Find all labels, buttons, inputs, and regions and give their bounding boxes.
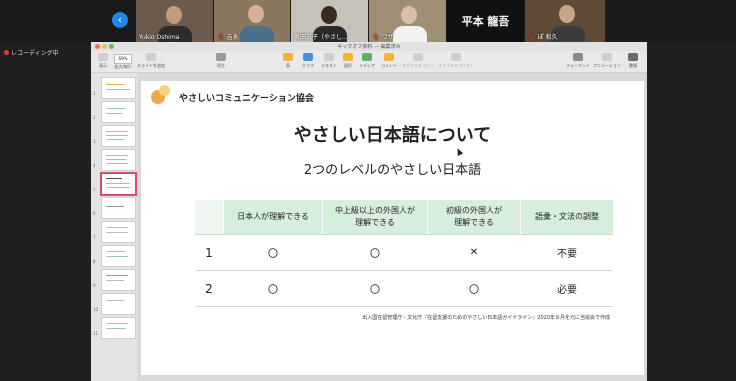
comment-icon	[384, 53, 394, 61]
mic-muted-icon: 🎙	[372, 34, 380, 41]
shape-button[interactable]: 図形	[341, 53, 355, 69]
document-button[interactable]: 書類	[625, 53, 641, 69]
table-cell: 1	[195, 234, 224, 271]
table-cell: 〇	[223, 270, 323, 307]
table-header-cell: 日本人が理解できる	[223, 200, 323, 235]
recording-indicator: レコーディング中	[4, 48, 59, 57]
animate-button[interactable]: アニメーション	[593, 53, 621, 69]
table-header-cell: 初級の外国人が 理解できる	[427, 200, 521, 235]
table-cell: 必要	[520, 270, 613, 307]
table-header-cell: 語彙・文法の調整	[520, 200, 613, 235]
document-icon	[628, 53, 638, 61]
table-cell: 〇	[322, 234, 428, 271]
comparison-table[interactable]: 日本人が理解できる 中上級以上の外国人が 理解できる 初級の外国人が 理解できる…	[195, 200, 613, 307]
media-icon	[362, 53, 372, 61]
table-header-row: 日本人が理解できる 中上級以上の外国人が 理解できる 初級の外国人が 理解できる…	[195, 200, 613, 235]
window-title: キックオフ資料 — 編集済み	[337, 44, 401, 50]
shape-icon	[343, 53, 353, 61]
participant-video	[248, 5, 264, 23]
organization-name: やさしいコミュニケーション協会	[179, 94, 314, 104]
text-icon	[324, 53, 334, 61]
mic-muted-icon: 🎙	[217, 34, 225, 41]
chevron-left-icon[interactable]: ‹	[112, 12, 128, 28]
participant-name: ぽ 和久	[537, 34, 558, 41]
table-cell: 〇	[427, 270, 521, 307]
paste-style-button[interactable]: スタイルをペースト	[437, 53, 475, 69]
participant-name: 平本 龍吾	[461, 15, 510, 28]
add-slide-button[interactable]: スライドを追加	[137, 53, 165, 69]
participant-strip: ‹ Yukio Oshima 🎙 吉永 奥田友子（やさし... 🎙 ワザ 平本 龍吾…	[0, 0, 736, 42]
slide-thumbnail[interactable]	[101, 269, 136, 291]
zoom-label: 拡大/縮小	[114, 64, 132, 69]
participant-name: ワザ	[381, 34, 394, 41]
table-cell: 〇	[322, 270, 428, 307]
slide-title[interactable]: やさしい日本語について	[141, 121, 644, 147]
participant-video	[559, 5, 575, 23]
slide-thumbnail[interactable]	[101, 197, 136, 219]
slide-canvas[interactable]: やさしいコミュニケーション協会 やさしい日本語について 2つのレベルのやさしい日…	[137, 73, 647, 381]
keynote-window: キックオフ資料 — 編集済み 表示 69% 拡大/縮小 スライドを追加 再生 表…	[91, 42, 647, 381]
slide-thumbnail[interactable]	[101, 221, 136, 243]
format-button[interactable]: フォーマット	[565, 53, 591, 69]
table-header-cell: 中上級以上の外国人が 理解できる	[322, 200, 428, 235]
slide-subtitle[interactable]: 2つのレベルのやさしい日本語	[141, 159, 644, 178]
mouse-cursor-icon	[454, 147, 464, 156]
participant-tile[interactable]: 🎙 ぽ 和久	[525, 0, 605, 42]
slide-thumbnail[interactable]	[101, 245, 136, 267]
table-cell: 〇	[223, 234, 323, 271]
zoom-select[interactable]: 69%	[114, 54, 132, 64]
table-header-cell	[195, 200, 224, 235]
slide-thumbnail[interactable]	[101, 125, 136, 147]
slide-thumbnail[interactable]	[101, 77, 136, 99]
view-button[interactable]: 表示	[95, 53, 111, 69]
copy-style-button[interactable]: スタイルをコピー	[401, 53, 435, 69]
participant-tile[interactable]: 🎙 ワザ	[369, 0, 446, 42]
table-row: 2 〇 〇 〇 必要	[195, 270, 613, 307]
play-icon	[216, 53, 226, 61]
slide-navigator: 1 2 3 4 5 6 7 8 9 10 11	[91, 73, 138, 381]
participant-tile[interactable]: 平本 龍吾	[447, 0, 524, 42]
slide-thumbnail[interactable]	[101, 101, 136, 123]
plus-icon	[146, 53, 156, 61]
paste-style-icon	[451, 53, 461, 61]
recording-label: レコーディング中	[11, 50, 59, 57]
media-button[interactable]: メディア	[357, 53, 377, 69]
mic-muted-icon: 🎙	[528, 34, 536, 41]
participant-video	[321, 6, 337, 24]
slide-thumbnail[interactable]	[101, 149, 136, 171]
record-icon	[4, 50, 9, 55]
slide[interactable]: やさしいコミュニケーション協会 やさしい日本語について 2つのレベルのやさしい日…	[141, 81, 644, 375]
participant-video	[166, 6, 182, 24]
chart-button[interactable]: グラフ	[299, 53, 317, 69]
participant-name: 奥田友子（やさし...	[294, 34, 348, 41]
logo-circle-icon	[159, 85, 170, 96]
title-bar: キックオフ資料 — 編集済み	[91, 42, 647, 51]
table-cell: 2	[195, 270, 224, 307]
participant-tile[interactable]: 奥田友子（やさし...	[291, 0, 368, 42]
copy-style-icon	[413, 53, 423, 61]
slide-thumbnail[interactable]	[101, 317, 136, 339]
toolbar: 表示 69% 拡大/縮小 スライドを追加 再生 表 グラフ テキスト 図形 メデ…	[91, 51, 647, 73]
comment-button[interactable]: コメント	[379, 53, 399, 69]
play-button[interactable]: 再生	[211, 53, 231, 69]
paintbrush-icon	[573, 53, 583, 61]
source-note: 出入国在留管理庁・文化庁『在留支援のためのやさしい日本語ガイドライン』2020年…	[362, 315, 610, 321]
sidebar-icon	[98, 53, 108, 61]
table-cell: 不要	[520, 234, 613, 271]
animate-icon	[602, 53, 612, 61]
table-button[interactable]: 表	[281, 53, 295, 69]
participant-tile[interactable]: 🎙 吉永	[214, 0, 290, 42]
table-row: 1 〇 〇 ✕ 不要	[195, 234, 613, 271]
slide-thumbnail[interactable]	[101, 293, 136, 315]
participant-video	[401, 6, 417, 24]
text-button[interactable]: テキスト	[319, 53, 339, 69]
table-cell: ✕	[427, 234, 521, 271]
chart-icon	[303, 53, 313, 61]
table-icon	[283, 53, 293, 61]
participant-name: Yukio Oshima	[139, 34, 180, 41]
participant-name: 吉永	[226, 34, 239, 41]
participant-tile[interactable]: Yukio Oshima	[136, 0, 213, 42]
slide-thumbnail-selected[interactable]	[100, 172, 137, 196]
